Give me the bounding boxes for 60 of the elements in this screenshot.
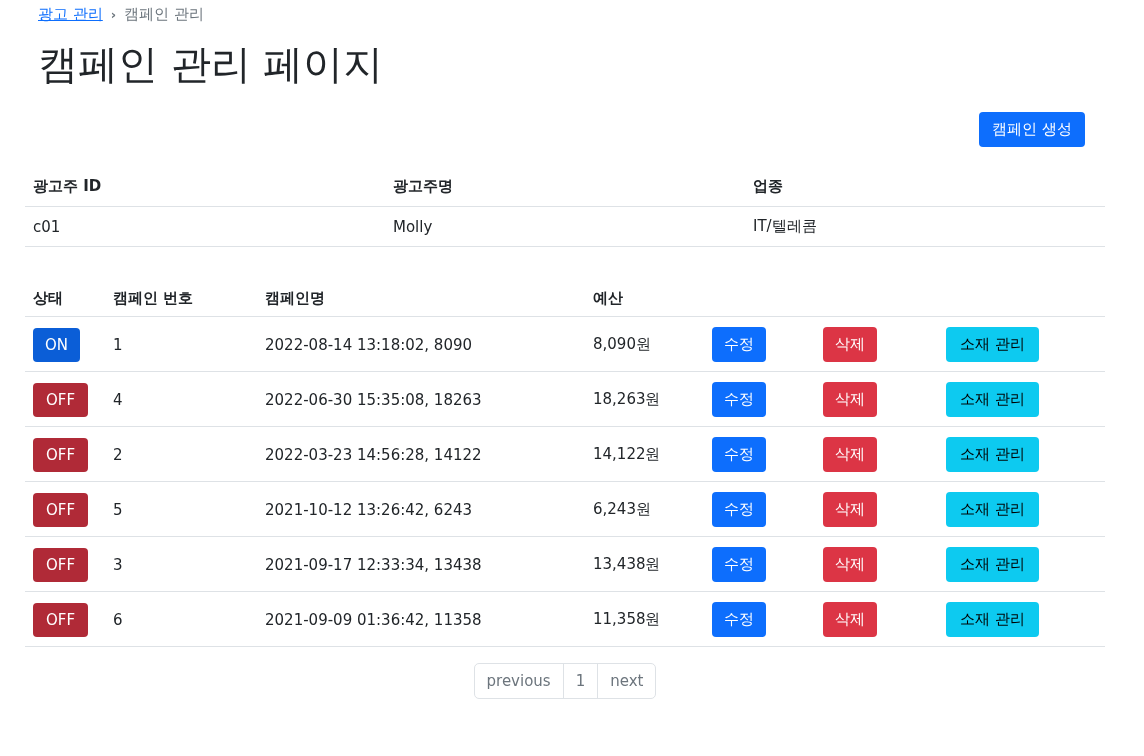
table-cell: 6,243원 [585,481,704,537]
table-cell: 11,358원 [585,591,704,647]
pagination-link[interactable]: previous [474,664,563,698]
status-toggle-button[interactable]: ON [33,327,81,362]
delete-button[interactable]: 삭제 [823,327,877,362]
delete-button[interactable]: 삭제 [823,602,877,637]
table-cell: 1 [105,316,257,372]
delete-button[interactable]: 삭제 [823,382,877,417]
table-cell: 2022-03-23 14:56:28, 14122 [257,426,585,482]
edit-button[interactable]: 수정 [712,382,766,417]
create-campaign-button[interactable]: 캠페인 생성 [979,112,1085,147]
breadcrumb-separator: › [110,6,117,22]
page-title: 캠페인 관리 페이지 [38,40,385,88]
table-cell: 3 [105,536,257,592]
pagination-link[interactable]: next [597,664,656,698]
column-header: 광고주 ID [25,165,385,207]
table-cell: 2 [105,426,257,482]
table-cell: 2022-08-14 13:18:02, 8090 [257,316,585,372]
table-cell: 2021-09-09 01:36:42, 11358 [257,591,585,647]
table-cell: 2021-09-17 12:33:34, 13438 [257,536,585,592]
edit-button[interactable]: 수정 [712,437,766,472]
table-cell: 13,438원 [585,536,704,592]
table-cell: 8,090원 [585,316,704,372]
manage-materials-button[interactable]: 소재 관리 [946,547,1039,582]
table-cell: Molly [385,206,745,247]
pagination-link[interactable]: 1 [562,664,598,698]
manage-materials-button[interactable]: 소재 관리 [946,437,1039,472]
status-toggle-button[interactable]: OFF [33,492,89,527]
table-cell: 18,263원 [585,371,704,427]
status-toggle-button[interactable]: OFF [33,547,89,582]
edit-button[interactable]: 수정 [712,602,766,637]
table-cell: 5 [105,481,257,537]
delete-button[interactable]: 삭제 [823,492,877,527]
table-cell: c01 [25,206,385,247]
breadcrumb-current: 캠페인 관리 [124,4,204,24]
column-header: 업종 [745,165,1105,207]
table-cell: 2021-10-12 13:26:42, 6243 [257,481,585,537]
delete-button[interactable]: 삭제 [823,547,877,582]
column-header: 예산 [585,279,704,317]
status-toggle-button[interactable]: OFF [33,437,89,472]
edit-button[interactable]: 수정 [712,547,766,582]
edit-button[interactable]: 수정 [712,327,766,362]
manage-materials-button[interactable]: 소재 관리 [946,602,1039,637]
status-toggle-button[interactable]: OFF [33,602,89,637]
column-header: 캠페인 번호 [105,279,257,317]
manage-materials-button[interactable]: 소재 관리 [946,492,1039,527]
table-cell: IT/텔레콤 [745,206,1105,247]
table-cell: 6 [105,591,257,647]
breadcrumb-link[interactable]: 광고 관리 [38,4,103,24]
delete-button[interactable]: 삭제 [823,437,877,472]
table-cell: 4 [105,371,257,427]
manage-materials-button[interactable]: 소재 관리 [946,382,1039,417]
status-toggle-button[interactable]: OFF [33,382,89,417]
table-cell: 2022-06-30 15:35:08, 18263 [257,371,585,427]
column-header: 상태 [25,279,105,317]
column-header: 캠페인명 [257,279,585,317]
table-cell: 14,122원 [585,426,704,482]
column-header: 광고주명 [385,165,745,207]
manage-materials-button[interactable]: 소재 관리 [946,327,1039,362]
edit-button[interactable]: 수정 [712,492,766,527]
